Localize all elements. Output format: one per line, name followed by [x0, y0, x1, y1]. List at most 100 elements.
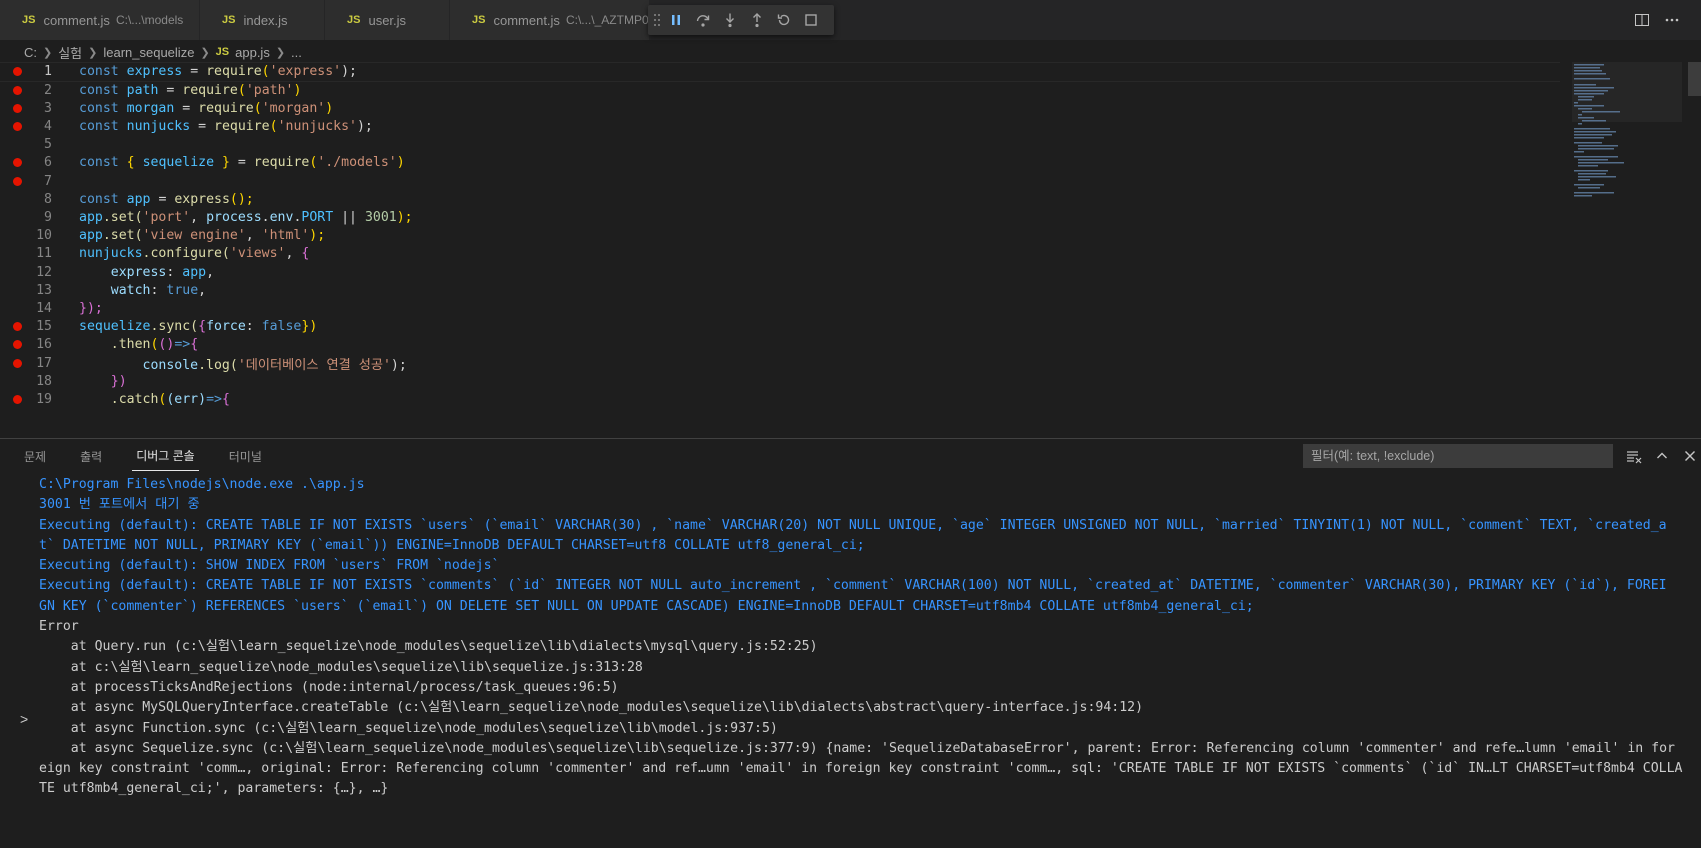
breadcrumb-file[interactable]: app.js: [235, 45, 270, 60]
tab-label: user.js: [368, 12, 407, 28]
code-line[interactable]: 8 const app = express();: [0, 189, 1560, 209]
breakpoint-icon[interactable]: [13, 340, 22, 350]
console-line: at async Function.sync (c:\실험\learn_sequ…: [39, 720, 778, 736]
step-into-icon[interactable]: [716, 7, 743, 33]
step-out-icon[interactable]: [743, 7, 770, 33]
more-actions-icon[interactable]: [1657, 5, 1687, 35]
code-line[interactable]: 18 }): [0, 371, 1560, 391]
maximize-panel-icon[interactable]: [1648, 445, 1676, 467]
line-number: 1: [44, 64, 52, 80]
editor-actions: [1627, 0, 1701, 40]
console-line: Executing (default): CREATE TABLE IF NOT…: [39, 578, 1667, 594]
console-line: C:\Program Files\nodejs\node.exe .\app.j…: [39, 477, 365, 492]
console-line: at async MySQLQueryInterface.createTable…: [39, 700, 1144, 716]
code-line[interactable]: 9 app.set('port', process.env.PORT || 30…: [0, 208, 1560, 228]
breadcrumb-drive[interactable]: C:: [24, 45, 37, 60]
code-text: console.log('데이터베이스 연결 성공');: [142, 357, 407, 373]
editor-tab-bar: JS comment.js C:\...\models JS index.js …: [0, 0, 1701, 40]
line-number: 5: [44, 137, 52, 153]
breakpoint-icon[interactable]: [13, 176, 22, 186]
code-text: nunjucks.configure('views', {: [79, 246, 310, 262]
breakpoint-icon[interactable]: [13, 394, 22, 404]
breakpoint-icon[interactable]: [13, 67, 22, 77]
code-line[interactable]: 13 watch: true,: [0, 280, 1560, 300]
line-number: 18: [36, 373, 52, 389]
console-line: GN KEY (`commenter`) REFERENCES `users` …: [39, 598, 1254, 614]
tab-label: index.js: [243, 12, 288, 28]
step-over-icon[interactable]: [689, 7, 716, 33]
restart-icon[interactable]: [770, 7, 797, 33]
tab-user-js[interactable]: JS user.js: [325, 0, 450, 40]
console-line: at c:\실험\learn_sequelize\node_modules\se…: [39, 659, 643, 675]
breakpoint-icon[interactable]: [13, 158, 22, 168]
minimap[interactable]: [1572, 62, 1682, 222]
tab-problems[interactable]: 문제: [20, 442, 50, 471]
code-line[interactable]: 12 express: app,: [0, 262, 1560, 282]
code-line[interactable]: 15 sequelize.sync({force: false}): [0, 317, 1560, 337]
js-file-icon: JS: [22, 14, 36, 26]
breakpoint-icon[interactable]: [13, 358, 22, 368]
code-editor[interactable]: 1 const express = require('express'); 2 …: [0, 62, 1701, 438]
console-line: Executing (default): SHOW INDEX FROM `us…: [39, 558, 500, 574]
breadcrumb-folder[interactable]: 실험: [58, 43, 82, 62]
clear-console-icon[interactable]: [1620, 445, 1648, 467]
line-number: 19: [36, 391, 52, 407]
panel-tab-list: 문제 출력 디버그 콘솔 터미널: [20, 439, 292, 473]
stop-icon[interactable]: [797, 7, 824, 33]
chevron-right-icon: ❯: [43, 46, 53, 59]
line-number: 9: [44, 209, 52, 225]
code-line[interactable]: 2 const path = require('path'): [0, 80, 1560, 100]
pause-icon[interactable]: [662, 7, 689, 33]
line-number: 12: [36, 264, 52, 280]
console-line: at processTicksAndRejections (node:inter…: [39, 679, 619, 695]
code-line[interactable]: 4 const nunjucks = require('nunjucks');: [0, 117, 1560, 137]
tab-terminal[interactable]: 터미널: [225, 442, 266, 471]
editor-scrollbar-thumb[interactable]: [1688, 62, 1701, 96]
breadcrumb-folder[interactable]: learn_sequelize: [103, 45, 194, 60]
code-text: const path = require('path'): [79, 82, 302, 98]
code-text: }): [110, 373, 127, 389]
code-text: const morgan = require('morgan'): [79, 100, 334, 116]
tab-label: comment.js: [43, 12, 110, 28]
tab-comment-js-aztmp[interactable]: JS comment.js C:\...\_AZTMP0: [450, 0, 650, 40]
js-file-icon: JS: [347, 14, 361, 26]
line-number: 7: [44, 173, 52, 189]
code-text: const express = require('express');: [79, 64, 357, 80]
console-line: 3001 번 포트에서 대기 중: [39, 497, 200, 513]
split-editor-icon[interactable]: [1627, 5, 1657, 35]
breakpoint-icon[interactable]: [13, 322, 22, 332]
chevron-right-icon[interactable]: >: [20, 711, 28, 727]
close-panel-icon[interactable]: [1676, 445, 1701, 467]
line-number: 16: [36, 337, 52, 353]
line-number: 8: [44, 191, 52, 207]
drag-handle-icon[interactable]: [652, 11, 662, 29]
code-line[interactable]: 14 });: [0, 299, 1560, 319]
line-number: 14: [36, 300, 52, 316]
code-line[interactable]: 11 nunjucks.configure('views', {: [0, 244, 1560, 264]
code-line[interactable]: 6 const { sequelize } = require('./model…: [0, 153, 1560, 173]
code-line[interactable]: 7: [0, 171, 1560, 191]
tab-debug-console[interactable]: 디버그 콘솔: [132, 441, 199, 471]
console-filter-input[interactable]: [1303, 444, 1613, 468]
tab-index-js[interactable]: JS index.js: [200, 0, 325, 40]
code-line[interactable]: 5: [0, 135, 1560, 155]
code-line[interactable]: 10 app.set('view engine', 'html');: [0, 226, 1560, 246]
breadcrumb: C: ❯ 실험 ❯ learn_sequelize ❯ JS app.js ❯ …: [24, 42, 302, 62]
code-line[interactable]: 19 .catch((err)=>{: [0, 390, 1560, 410]
breakpoint-icon[interactable]: [13, 103, 22, 113]
breakpoint-icon[interactable]: [13, 121, 22, 131]
console-line: t` DATETIME NOT NULL, PRIMARY KEY (`emai…: [39, 537, 865, 553]
code-line[interactable]: 17 console.log('데이터베이스 연결 성공');: [0, 353, 1560, 373]
breakpoint-icon[interactable]: [13, 85, 22, 95]
tab-comment-js-models[interactable]: JS comment.js C:\...\models: [0, 0, 200, 40]
breadcrumb-symbol[interactable]: ...: [291, 45, 302, 60]
code-text: const { sequelize } = require('./models'…: [79, 155, 405, 171]
chevron-right-icon: ❯: [200, 46, 210, 59]
line-number: 6: [44, 155, 52, 171]
code-line[interactable]: 1 const express = require('express');: [0, 62, 1560, 82]
console-line: at async Sequelize.sync (c:\실험\learn_seq…: [39, 740, 1675, 756]
console-line: at Query.run (c:\실험\learn_sequelize\node…: [39, 639, 818, 655]
code-line[interactable]: 16 .then(()=>{: [0, 335, 1560, 355]
tab-output[interactable]: 출력: [76, 442, 106, 471]
code-line[interactable]: 3 const morgan = require('morgan'): [0, 98, 1560, 118]
